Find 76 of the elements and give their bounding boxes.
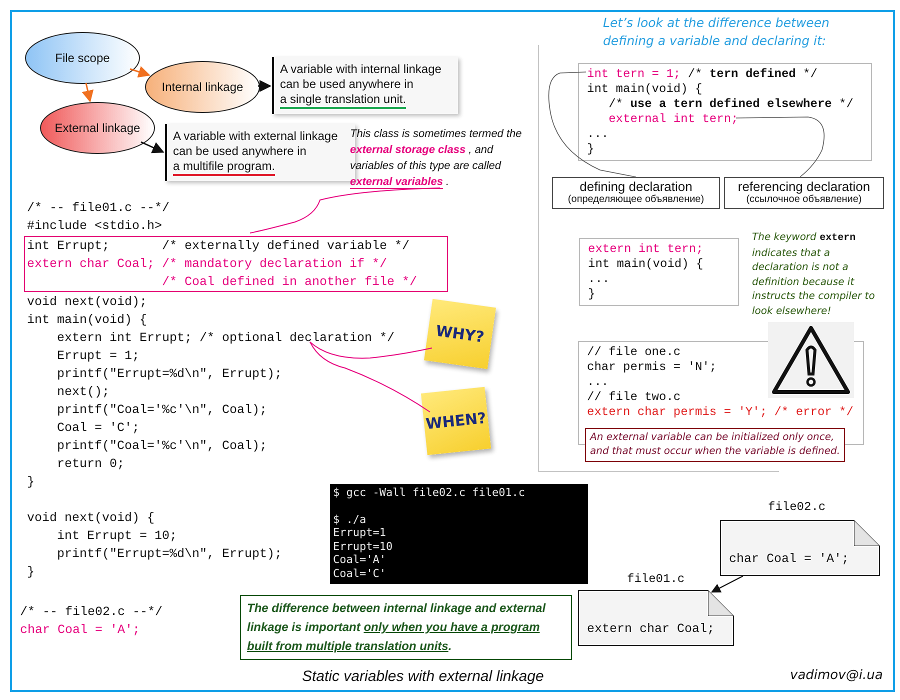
caption: Static variables with external linkage <box>302 668 544 685</box>
code-line: /* use a tern defined elsewhere */ <box>608 97 854 112</box>
ellipse-node: External linkage <box>40 102 155 154</box>
folded-corner <box>854 520 880 546</box>
ellipse-node: File scope <box>25 32 140 84</box>
code-line: extern int Errupt; /* optional declaration */ <box>56 330 395 347</box>
code-line: #include <stdio.h> <box>27 218 162 235</box>
note-text: can be used anywhere in <box>173 144 306 159</box>
file-card: extern char Coal; <box>578 590 734 646</box>
code-line: ... <box>587 375 610 390</box>
note-text: a multifile program. <box>173 159 276 176</box>
code-line: } <box>587 142 596 157</box>
code-line: printf("Errupt=%d\n", Errupt); <box>56 366 282 383</box>
code-line: printf("Coal='%c'\n", Coal); <box>56 438 268 455</box>
heading-text: Let’s look at the difference between <box>603 14 830 32</box>
code-line: Errupt = 1; <box>56 348 140 365</box>
terminal-line: Errupt=10 <box>333 540 394 553</box>
code-line: char permis = 'N'; <box>587 360 718 375</box>
code-line: printf("Coal='%c'\n", Coal); <box>56 402 268 419</box>
code-line: ... <box>588 272 611 287</box>
code-line: int main(void) { <box>588 257 704 272</box>
code-line: return 0; <box>56 456 125 473</box>
author-email: vadimov@i.ua <box>790 668 883 683</box>
terminal-line: Coal='C' <box>333 566 387 580</box>
terminal-line: Coal='A' <box>333 553 387 566</box>
error-note: An external variable can be initialized only once, and that must occur when the variable is defined. <box>585 428 846 462</box>
code-line: char Coal = 'A'; <box>20 622 140 639</box>
code-line: int main(void) { <box>587 82 704 97</box>
file-name: file02.c <box>768 500 826 514</box>
code-line: /* -- file02.c --*/ <box>20 604 163 621</box>
arrow <box>130 66 150 78</box>
code-line: next(); <box>56 384 110 401</box>
code-line: ... <box>587 127 610 142</box>
sticky-note: WHY? <box>424 298 496 370</box>
note-text: can be used anywhere in <box>280 77 414 92</box>
code-line: Coal = 'C'; <box>56 420 140 437</box>
code-line: void next(void); <box>27 294 148 311</box>
code-line: printf("Errupt=%d\n", Errupt); <box>56 546 282 563</box>
code-line: int main(void) { <box>27 312 148 329</box>
code-line: int Errupt = 10; <box>56 528 178 545</box>
label-title: referencing declaration <box>738 179 870 194</box>
sticky-note: WHEN? <box>420 386 492 456</box>
code-line: extern char permis = 'Y'; /* error */ <box>587 405 854 420</box>
code-line: /* Coal defined in another file */ <box>161 274 418 291</box>
conclusion-note: The difference between internal linkage and external linkage is important only when you have a program built from multiple translation units. <box>240 595 572 660</box>
heading-text: defining a variable and declaring it: <box>603 32 828 50</box>
code-line: int tern = 1; /* tern defined */ <box>587 67 818 82</box>
code-line: // file one.c <box>587 345 682 360</box>
note-text: A variable with external linkage <box>173 129 338 144</box>
label-title: defining declaration <box>580 179 692 194</box>
code-line: external int tern; <box>608 112 740 127</box>
arrow <box>82 82 94 102</box>
code-line: void next(void) { <box>27 510 155 527</box>
code-line: } <box>588 287 596 302</box>
terminal-line: Errupt=1 <box>333 526 387 540</box>
code-line: } <box>27 474 35 491</box>
code-line: int Errupt; /* externally defined variable */ <box>27 238 410 255</box>
keyword-note: The keyword extern indicates that a declaration is not a definition because it instructs the compiler to look elsewhere! <box>752 231 876 318</box>
code-line: } <box>27 564 35 581</box>
code-line: extern int tern; <box>588 242 704 257</box>
terminal-line: $ ./a <box>333 512 368 526</box>
file-name: file01.c <box>627 572 685 586</box>
label-subtitle: (ссылочное объявление) <box>746 194 862 205</box>
note-text: A variable with internal linkage <box>280 62 442 77</box>
warning-icon <box>768 322 854 398</box>
terminal-line: $ gcc -Wall file02.c file01.c <box>333 486 526 500</box>
arrow <box>710 575 744 593</box>
file-card: char Coal = 'A'; <box>720 520 880 576</box>
code-line: // file two.c <box>587 390 682 405</box>
side-note: This class is sometimes termed the external storage class , and variables of this type are called external variables . <box>350 127 523 190</box>
code-line: /* -- file01.c --*/ <box>27 200 170 217</box>
folded-corner <box>708 590 734 616</box>
label-subtitle: (определяющее объявление) <box>568 194 704 205</box>
ellipse-node: Internal linkage <box>145 61 260 113</box>
code-line: extern char Coal; /* mandatory declaration if */ <box>27 256 388 273</box>
note-text: a single translation unit. <box>280 92 406 109</box>
